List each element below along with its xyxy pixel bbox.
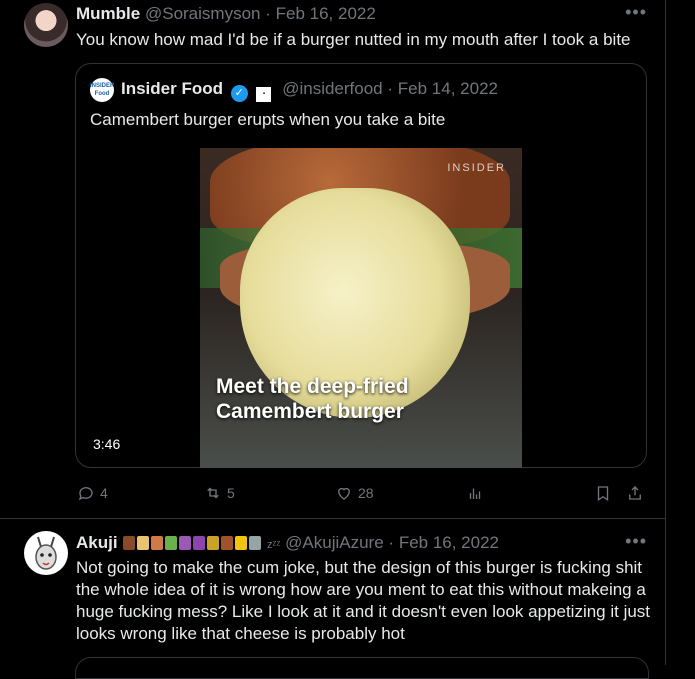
quote-avatar[interactable]: INSIDER Food — [90, 78, 114, 102]
handle[interactable]: @Soraismyson — [145, 4, 261, 23]
emoji — [207, 536, 220, 550]
repost-icon — [207, 487, 219, 499]
share-button[interactable] — [626, 484, 644, 502]
goat-avatar-icon — [35, 536, 57, 570]
bookmark-button[interactable] — [594, 484, 612, 502]
emoji — [179, 536, 192, 550]
avatar[interactable] — [24, 531, 68, 575]
repost-count: 5 — [227, 485, 235, 501]
emoji — [165, 536, 178, 550]
emoji — [221, 536, 234, 550]
timestamp[interactable]: Feb 16, 2022 — [399, 533, 499, 552]
timestamp[interactable]: Feb 16, 2022 — [276, 4, 376, 23]
quote-header: Insider Food ✓ ▪ @insiderfood · Feb 14, … — [121, 79, 498, 102]
column-divider — [665, 0, 666, 665]
video-watermark: INSIDER — [447, 162, 506, 174]
quote-display-name[interactable]: Insider Food — [121, 79, 223, 98]
video-player[interactable]: INSIDER Meet the deep-fried Camembert bu… — [200, 148, 522, 468]
tweet[interactable]: Akuji zᶻᶻ @AkujiAzure · Feb 16, 2022 •••… — [0, 519, 665, 665]
quoted-tweet[interactable]: INSIDER Food Insider Food ✓ ▪ @insiderfo… — [75, 63, 647, 468]
tweet-text: Not going to make the cum joke, but the … — [76, 558, 651, 643]
avatar[interactable] — [24, 3, 68, 47]
tweet-actions: 4 5 28 — [75, 484, 650, 504]
emoji — [123, 536, 136, 550]
verified-icon: ✓ — [230, 85, 248, 102]
like-icon — [338, 487, 350, 500]
reply-count: 4 — [100, 485, 108, 501]
video-caption: Meet the deep-fried Camembert burger — [216, 375, 409, 423]
emoji — [137, 536, 150, 550]
quote-text: Camembert burger erupts when you take a … — [90, 110, 446, 129]
display-name[interactable]: Mumble — [76, 4, 140, 23]
display-name[interactable]: Akuji — [76, 533, 118, 552]
views-icon — [469, 488, 481, 499]
affiliate-badge-icon: ▪ — [256, 87, 272, 102]
name-emoji-decorations — [122, 535, 262, 555]
separator-dot: · — [265, 4, 271, 23]
separator-dot: · — [388, 533, 395, 552]
views-button[interactable] — [466, 484, 484, 502]
more-icon[interactable]: ••• — [625, 531, 647, 552]
emoji — [151, 536, 164, 550]
more-icon[interactable]: ••• — [625, 2, 647, 23]
tweet-header: Mumble @Soraismyson · Feb 16, 2022 — [76, 4, 376, 24]
quoted-tweet-partial[interactable] — [75, 657, 649, 679]
tweet-text: You know how mad I'd be if a burger nutt… — [76, 30, 631, 49]
emoji — [235, 536, 248, 550]
tweet[interactable]: Mumble @Soraismyson · Feb 16, 2022 ••• Y… — [0, 0, 665, 519]
like-button[interactable]: 28 — [335, 484, 374, 502]
separator-dot: · — [387, 79, 394, 98]
share-icon — [629, 486, 641, 500]
reply-icon — [78, 487, 93, 501]
tweet-header: Akuji zᶻᶻ @AkujiAzure · Feb 16, 2022 — [76, 533, 499, 555]
quote-handle[interactable]: @insiderfood — [282, 79, 382, 98]
zzz-icon: zᶻᶻ — [267, 539, 281, 551]
emoji — [249, 536, 262, 550]
emoji — [193, 536, 206, 550]
like-count: 28 — [358, 485, 374, 501]
video-duration: 3:46 — [93, 436, 121, 452]
quote-timestamp[interactable]: Feb 14, 2022 — [398, 79, 498, 98]
repost-button[interactable]: 5 — [204, 484, 235, 502]
reply-button[interactable]: 4 — [77, 484, 108, 502]
bookmark-icon — [597, 486, 609, 502]
handle[interactable]: @AkujiAzure — [285, 533, 384, 552]
